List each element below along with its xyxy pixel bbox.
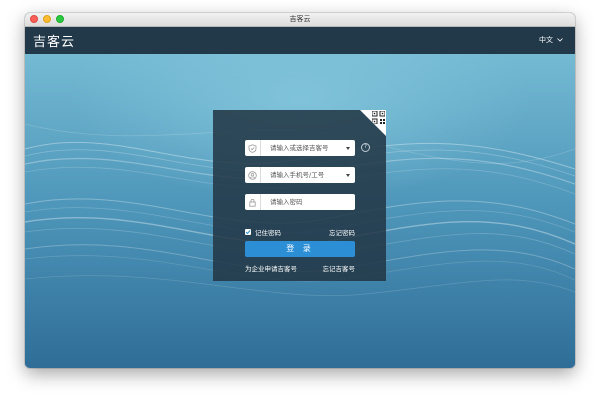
apply-account-link[interactable]: 为企业申请吉客号 (245, 263, 297, 273)
phone-select[interactable]: 请输入手机号/工号 (245, 167, 355, 183)
dropdown-caret-icon[interactable] (346, 146, 350, 150)
password-placeholder: 请输入密码 (270, 198, 303, 206)
shield-icon (245, 140, 261, 156)
login-panel: 请输入或选择吉客号 ? 请输入手机号/工号 请输入密码 记住密码 忘记密码 登 … (213, 110, 386, 281)
app-window: 吉客云 吉客云 中文 请输入或选择吉客号 ? 请输入手机号/工号 请输入密码 记… (25, 13, 575, 368)
chevron-down-icon (557, 38, 563, 42)
dropdown-caret-icon[interactable] (346, 173, 350, 177)
account-select-placeholder: 请输入或选择吉客号 (270, 144, 329, 152)
help-icon[interactable]: ? (361, 143, 370, 152)
title-bar: 吉客云 (25, 13, 575, 27)
language-selector[interactable]: 中文 (539, 35, 563, 45)
password-field[interactable]: 请输入密码 (245, 194, 355, 210)
remember-password-label: 记住密码 (255, 229, 281, 237)
account-select[interactable]: 请输入或选择吉客号 (245, 140, 355, 156)
qr-code-icon (372, 111, 385, 124)
qr-code-login-toggle[interactable] (360, 110, 386, 136)
forgot-account-link[interactable]: 忘记吉客号 (323, 263, 356, 273)
lock-icon (245, 194, 261, 210)
language-label: 中文 (539, 36, 553, 44)
login-button[interactable]: 登 录 (245, 241, 355, 257)
window-title: 吉客云 (289, 15, 311, 23)
checkbox-checked-icon[interactable] (245, 229, 251, 235)
phone-select-placeholder: 请输入手机号/工号 (270, 171, 325, 179)
remember-password-checkbox[interactable]: 记住密码 (245, 227, 281, 237)
app-logo: 吉客云 (33, 35, 76, 50)
user-icon (245, 167, 261, 183)
app-header: 吉客云 中文 (25, 27, 575, 54)
forgot-password-link[interactable]: 忘记密码 (329, 227, 355, 237)
